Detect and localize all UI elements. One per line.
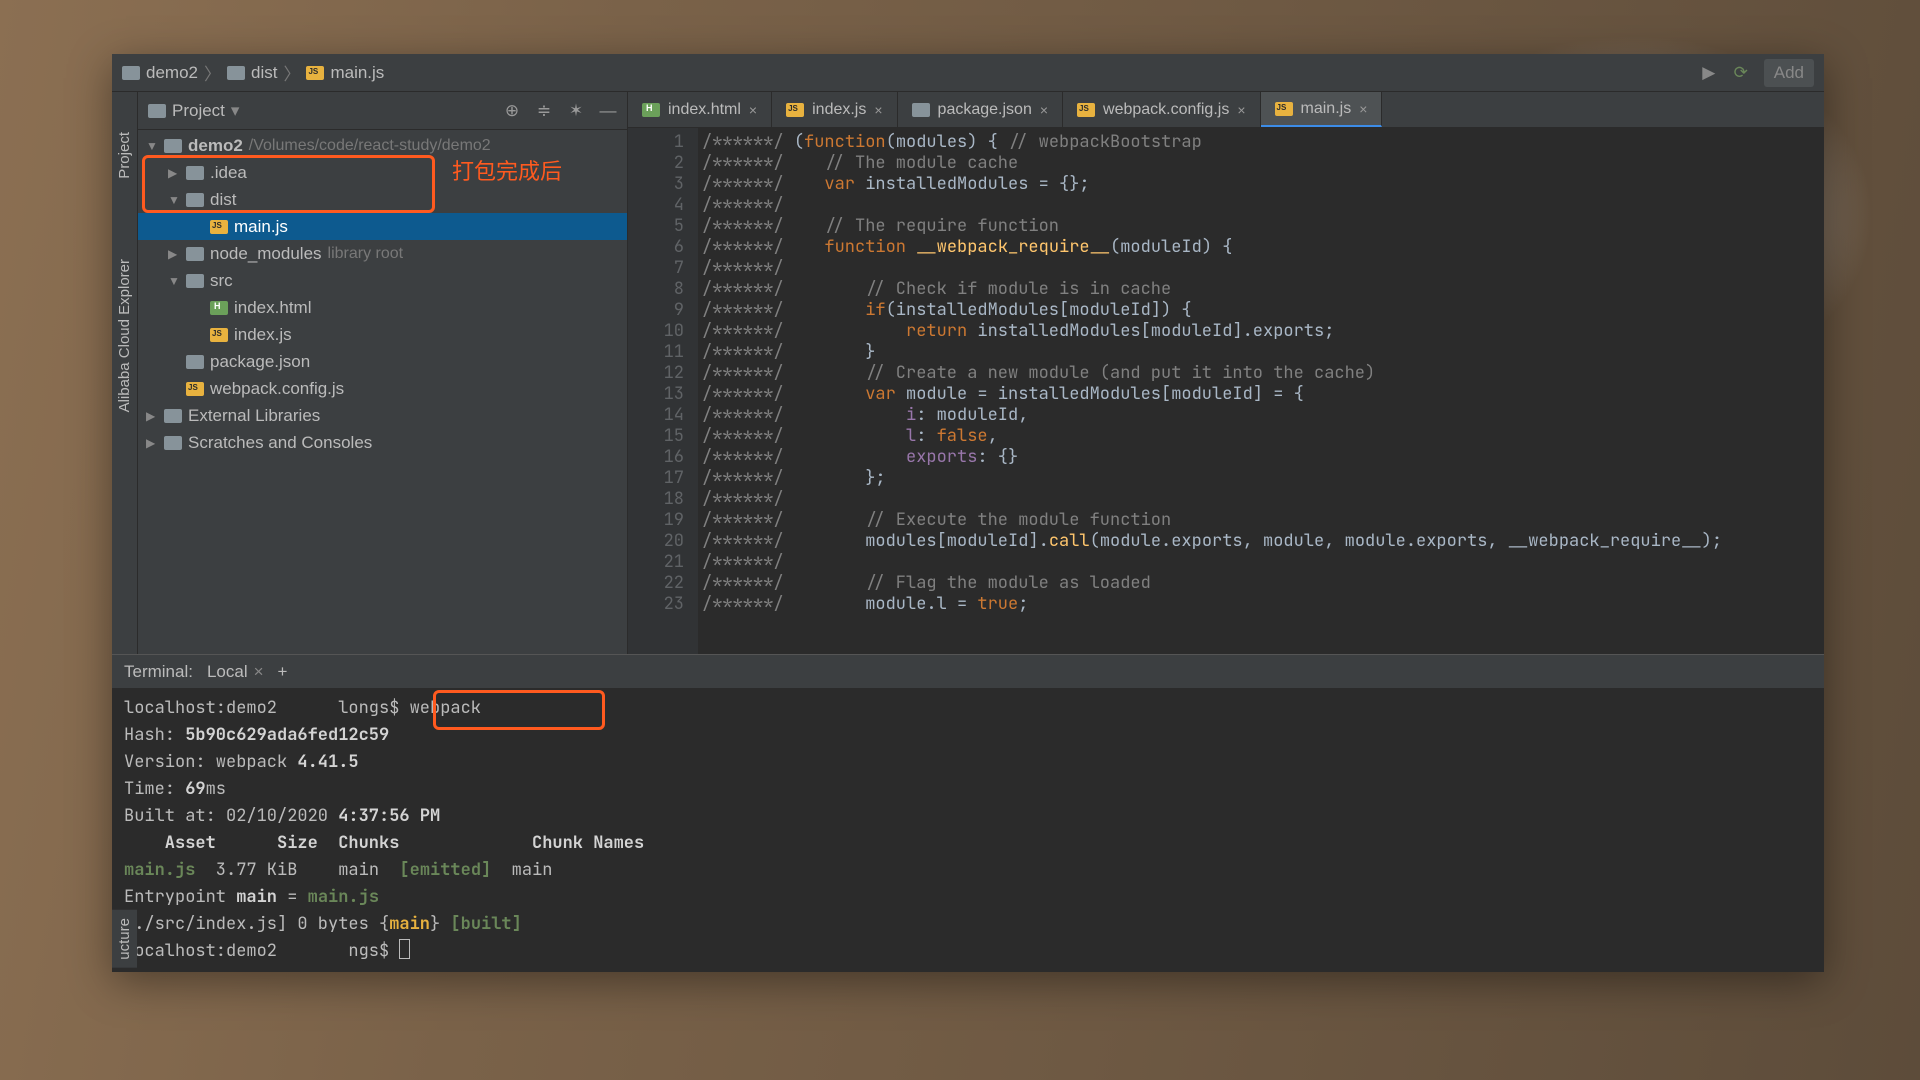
terminal-label: Terminal: [124, 662, 193, 682]
json-icon [912, 103, 930, 117]
js-icon [1077, 103, 1095, 117]
tool-tab-alibaba-explorer[interactable]: Alibaba Cloud Explorer [116, 259, 133, 412]
folder-icon [227, 66, 245, 80]
ide-window: demo2〉dist〉main.js ▶ ⟳ Add Project Aliba… [112, 54, 1824, 972]
expander-icon[interactable]: ▶ [168, 247, 180, 261]
locate-icon[interactable]: ⊕ [503, 102, 521, 120]
folder-icon [186, 166, 204, 180]
run-target-icon[interactable]: ▶ [1700, 64, 1718, 82]
editor-area: index.html×index.js×package.json×webpack… [628, 92, 1824, 654]
terminal-tab-local[interactable]: Local × [207, 662, 264, 682]
close-icon[interactable]: × [1040, 102, 1048, 118]
folder-icon [164, 139, 182, 153]
expander-icon[interactable]: ▶ [146, 409, 158, 423]
expander-icon[interactable]: ▼ [168, 193, 180, 207]
tool-tab-project[interactable]: Project [116, 132, 133, 179]
line-gutter: 1234567891011121314151617181920212223 [628, 128, 698, 654]
project-tree[interactable]: ▼demo2 /Volumes/code/react-study/demo2▶.… [138, 130, 627, 654]
editor-tab[interactable]: main.js× [1261, 92, 1383, 127]
folder-icon [186, 274, 204, 288]
tree-item[interactable]: package.json [138, 348, 627, 375]
settings-icon[interactable]: ✶ [567, 102, 585, 120]
close-icon[interactable]: × [749, 102, 757, 118]
scratch-icon [164, 436, 182, 450]
expander-icon[interactable]: ▶ [146, 436, 158, 450]
tree-item[interactable]: webpack.config.js [138, 375, 627, 402]
folder-icon [186, 193, 204, 207]
breadcrumb-item[interactable]: demo2 [122, 63, 198, 83]
hide-panel-icon[interactable]: — [599, 102, 617, 120]
editor-tab[interactable]: index.js× [772, 92, 897, 127]
project-icon [148, 104, 166, 118]
editor-tabs: index.html×index.js×package.json×webpack… [628, 92, 1824, 128]
folder-icon [122, 66, 140, 80]
breadcrumb-item[interactable]: dist [227, 63, 277, 83]
tree-item[interactable]: ▶External Libraries [138, 402, 627, 429]
expander-icon[interactable]: ▶ [168, 166, 180, 180]
breadcrumb-item[interactable]: main.js [306, 63, 384, 83]
html-icon [210, 301, 228, 315]
js-icon [210, 220, 228, 234]
js-icon [1275, 102, 1293, 116]
expand-all-icon[interactable]: ≑ [535, 102, 553, 120]
html-icon [642, 103, 660, 117]
expander-icon[interactable]: ▼ [168, 274, 180, 288]
js-icon [306, 66, 324, 80]
project-header: Project ▾ ⊕ ≑ ✶ — [138, 92, 627, 130]
close-icon[interactable]: × [254, 662, 264, 682]
tool-window-bar-left: Project Alibaba Cloud Explorer [112, 92, 138, 654]
close-icon[interactable]: × [1359, 101, 1367, 117]
annotation-text: 打包完成后 [452, 154, 562, 186]
tree-item[interactable]: main.js [138, 213, 627, 240]
lib-icon [164, 409, 182, 423]
js-icon [186, 382, 204, 396]
expander-icon[interactable]: ▼ [146, 139, 158, 153]
terminal-output[interactable]: localhost:demo2 longs$ webpackHash: 5b90… [112, 689, 1824, 972]
js-icon [786, 103, 804, 117]
build-icon[interactable]: ⟳ [1732, 64, 1750, 82]
close-icon[interactable]: × [1237, 102, 1245, 118]
terminal-tool-window: Terminal: Local × + localhost:demo2 long… [112, 654, 1824, 972]
title-bar: demo2〉dist〉main.js ▶ ⟳ Add [112, 54, 1824, 92]
tree-item[interactable]: ▶Scratches and Consoles [138, 429, 627, 456]
terminal-add-tab[interactable]: + [278, 662, 288, 682]
js-icon [210, 328, 228, 342]
close-icon[interactable]: × [874, 102, 882, 118]
editor-tab[interactable]: index.html× [628, 92, 772, 127]
title-bar-actions: ▶ ⟳ Add [1700, 59, 1814, 87]
tree-item[interactable]: index.html [138, 294, 627, 321]
tool-tab-structure[interactable]: ucture [112, 910, 137, 968]
code-editor[interactable]: 1234567891011121314151617181920212223 /*… [628, 128, 1824, 654]
chevron-down-icon[interactable]: ▾ [231, 101, 240, 121]
code-lines[interactable]: /******/ (function(modules) { // webpack… [698, 128, 1824, 654]
terminal-tabs: Terminal: Local × + [112, 655, 1824, 689]
editor-tab[interactable]: package.json× [898, 92, 1063, 127]
tree-item[interactable]: ▼dist [138, 186, 627, 213]
tree-item[interactable]: ▼src [138, 267, 627, 294]
json-icon [186, 355, 204, 369]
add-button[interactable]: Add [1764, 59, 1814, 87]
project-title: Project [172, 101, 225, 121]
editor-tab[interactable]: webpack.config.js× [1063, 92, 1260, 127]
folder-icon [186, 247, 204, 261]
breadcrumb[interactable]: demo2〉dist〉main.js [122, 60, 384, 85]
tree-item[interactable]: index.js [138, 321, 627, 348]
tree-item[interactable]: ▶node_modules library root [138, 240, 627, 267]
